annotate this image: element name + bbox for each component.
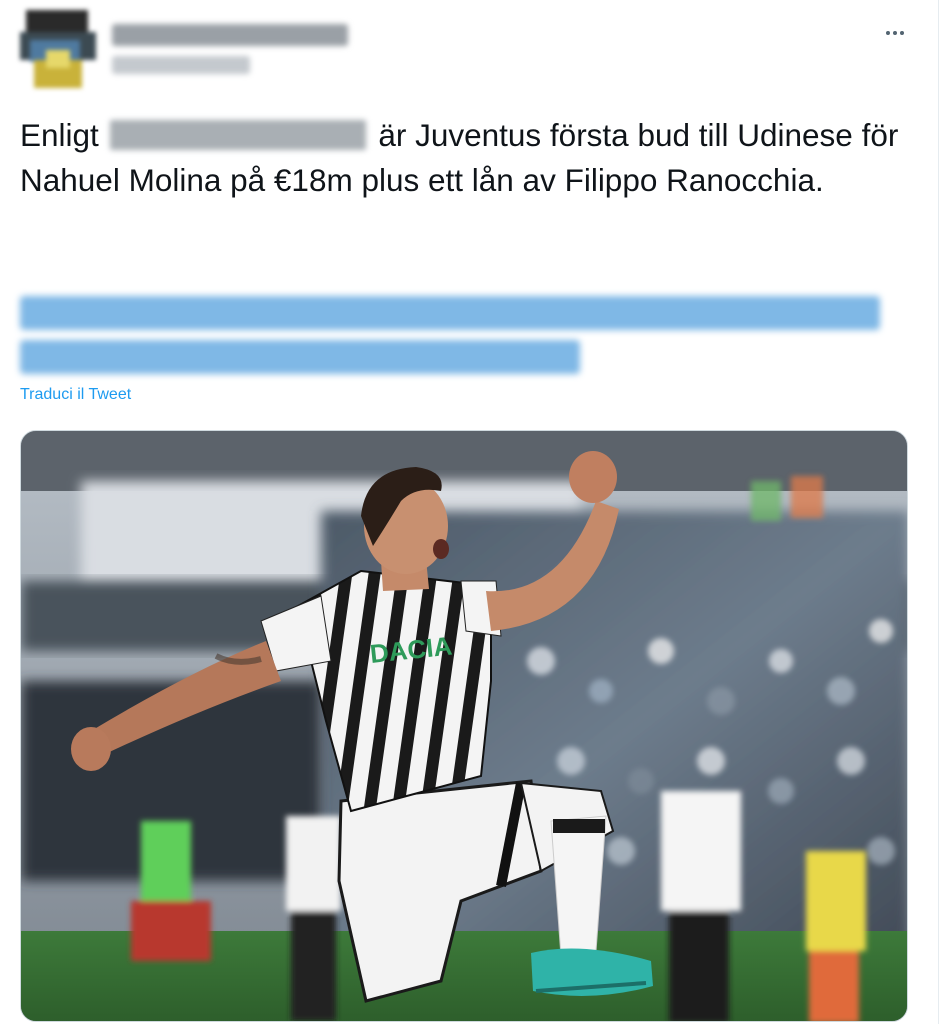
tweet-text-part1: Enligt	[20, 117, 99, 153]
more-horizontal-icon[interactable]	[880, 18, 910, 48]
hashtags-redacted-line-2[interactable]	[20, 340, 580, 374]
tweet-photo[interactable]: DACIA	[20, 430, 908, 1022]
tweet-text: Enligt är Juventus första bud till Udine…	[20, 113, 900, 203]
display-name-redacted[interactable]	[112, 24, 348, 46]
hashtags-redacted-line-1[interactable]	[20, 296, 880, 330]
translate-tweet-link[interactable]: Traduci il Tweet	[20, 386, 131, 404]
player-celebration-image: DACIA	[21, 431, 907, 1021]
avatar[interactable]	[20, 10, 96, 90]
redacted-name[interactable]	[109, 120, 366, 150]
handle-redacted	[112, 56, 250, 74]
timeline-border	[938, 0, 939, 1024]
